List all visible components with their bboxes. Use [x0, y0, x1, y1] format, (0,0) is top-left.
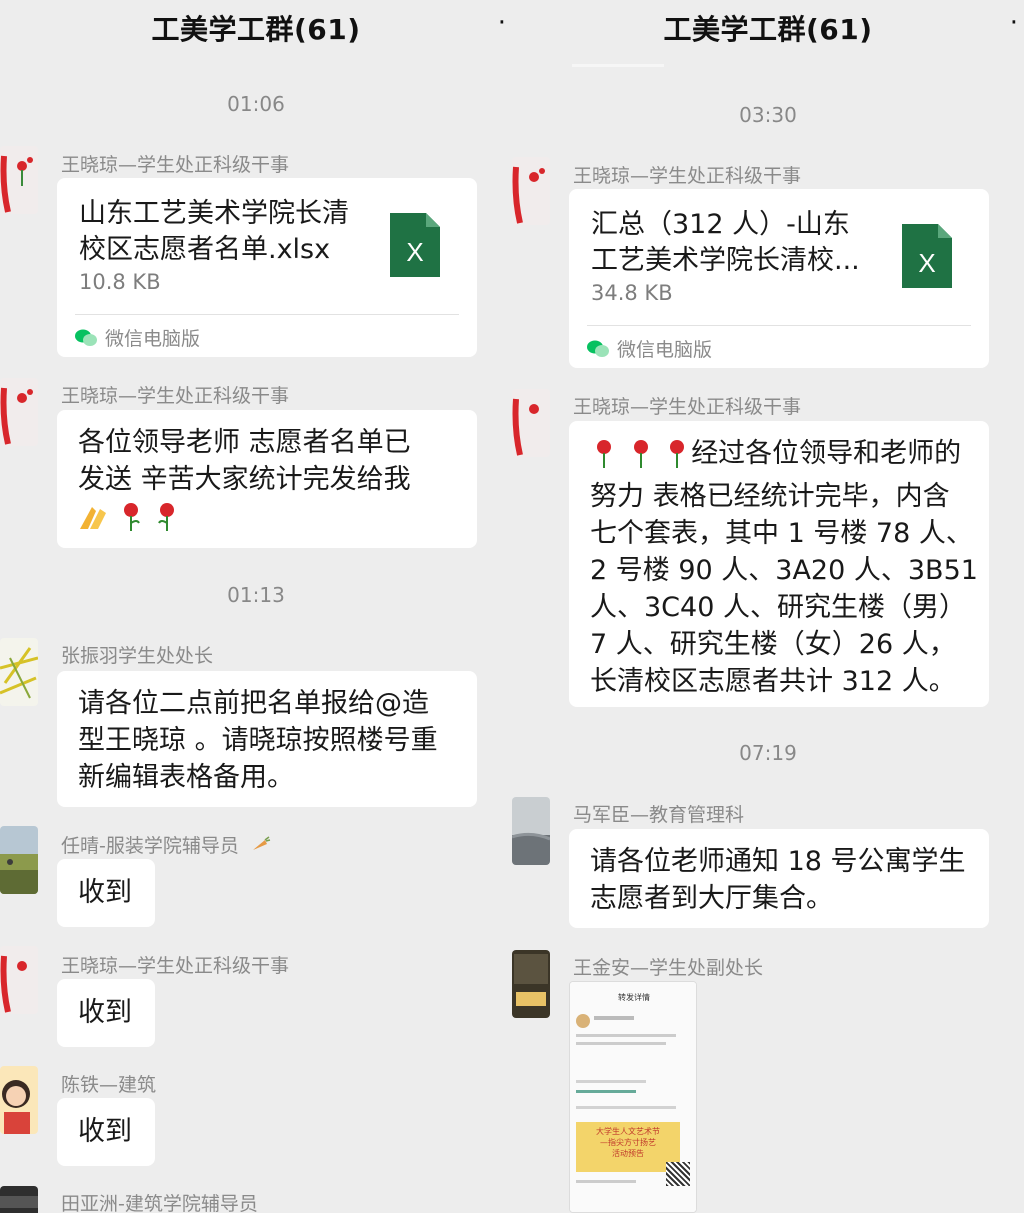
text-message[interactable]: 各位领导老师 志愿者名单已 发送 辛苦大家统计完发给我: [57, 410, 477, 548]
message-text: 经过各位领导和老师的 努力 表格已经统计完毕，内含 七个套表，其中 1 号楼 7…: [590, 438, 978, 697]
file-size: 34.8 KB: [591, 281, 673, 305]
avatar[interactable]: [512, 389, 550, 457]
avatar[interactable]: [0, 638, 38, 706]
message-text: 各位领导老师 志愿者名单已 发送 辛苦大家统计完发给我: [57, 410, 477, 541]
text-message[interactable]: 请各位老师通知 18 号公寓学生 志愿者到大厅集合。: [569, 829, 989, 928]
avatar[interactable]: [512, 157, 550, 225]
avatar[interactable]: [0, 826, 38, 894]
chat-window-left: 工美学工群(61) · 01:06 王晓琼—学生处正科级干事 山东工艺美术学院长…: [0, 0, 512, 1213]
folded-hands-emoji: [78, 503, 108, 541]
thumbnail-line: [576, 1180, 636, 1183]
sender-name: 陈铁—建筑: [61, 1074, 157, 1096]
chat-header: 工美学工群(61) ·: [0, 0, 512, 64]
svg-text:X: X: [918, 248, 935, 278]
thumbnail-line: [594, 1016, 634, 1020]
timestamp: 07:19: [739, 741, 797, 765]
thumbnail-line: [576, 1106, 676, 1109]
message-text: 请各位老师通知 18 号公寓学生 志愿者到大厅集合。: [590, 846, 966, 914]
thumbnail-line: [576, 1080, 646, 1083]
sender-name: 王金安—学生处副处长: [573, 957, 764, 979]
rose-emoji: [153, 501, 181, 541]
file-source: 微信电脑版: [75, 324, 200, 351]
rose-emoji: [590, 438, 618, 478]
timestamp: 03:30: [739, 103, 797, 127]
sender-name: 田亚洲-建筑学院辅导员: [61, 1193, 258, 1213]
rose-emoji: [663, 438, 691, 478]
screenshot-thumbnail: 转发详情 大学生人文艺术节 —指尖方寸扬艺 活动预告: [570, 982, 696, 1212]
avatar[interactable]: [512, 950, 550, 1018]
timestamp: 01:13: [227, 583, 285, 607]
qr-code-icon: [666, 1162, 690, 1186]
message-text: 请各位二点前把名单报给@造 型王晓琼 。请晓琼按照楼号重 新编辑表格备用。: [78, 688, 438, 793]
sender-name: 王晓琼—学生处正科级干事: [573, 396, 802, 418]
file-message[interactable]: 山东工艺美术学院长清 校区志愿者名单.xlsx 10.8 KB X 微信电脑版: [57, 178, 477, 357]
divider: [75, 314, 459, 315]
rose-emoji: [627, 438, 655, 478]
timestamp: 01:06: [227, 92, 285, 116]
chat-window-right: 工美学工群(61) · 03:30 王晓琼—学生处正科级干事 汇总（312 人）…: [512, 0, 1024, 1213]
chat-title: 工美学工群(61): [151, 13, 361, 46]
excel-file-icon: X: [902, 224, 952, 288]
file-size: 10.8 KB: [79, 270, 161, 294]
thumbnail-line: [576, 1034, 676, 1037]
file-source: 微信电脑版: [587, 335, 712, 362]
divider: [587, 325, 971, 326]
text-message[interactable]: 经过各位领导和老师的 努力 表格已经统计完毕，内含 七个套表，其中 1 号楼 7…: [569, 421, 989, 707]
sender-name: 王晓琼—学生处正科级干事: [61, 154, 290, 176]
text-message[interactable]: 请各位二点前把名单报给@造 型王晓琼 。请晓琼按照楼号重 新编辑表格备用。: [57, 671, 477, 807]
wechat-icon: [75, 329, 97, 346]
text-message[interactable]: 收到: [57, 1098, 155, 1166]
sender-name: 任晴-服装学院辅导员: [61, 831, 271, 859]
avatar[interactable]: [0, 146, 38, 214]
sender-name: 王晓琼—学生处正科级干事: [61, 385, 290, 407]
thumbnail-avatar: [576, 1014, 590, 1028]
avatar[interactable]: [0, 1066, 38, 1134]
excel-file-icon: X: [390, 213, 440, 277]
text-message[interactable]: 收到: [57, 859, 155, 927]
image-message[interactable]: 转发详情 大学生人文艺术节 —指尖方寸扬艺 活动预告: [569, 981, 697, 1213]
avatar[interactable]: [0, 378, 38, 446]
sender-name: 张振羽学生处处长: [61, 645, 214, 667]
svg-text:X: X: [406, 237, 423, 267]
thumbnail-line: [576, 1090, 636, 1093]
thumbnail-header: 转发详情: [618, 993, 650, 1002]
file-name: 山东工艺美术学院长清 校区志愿者名单.xlsx: [79, 198, 349, 265]
sender-name: 王晓琼—学生处正科级干事: [61, 955, 290, 977]
more-menu-icon[interactable]: ·: [498, 8, 506, 38]
avatar[interactable]: [0, 946, 38, 1014]
avatar[interactable]: [512, 797, 550, 865]
chat-title: 工美学工群(61): [663, 13, 873, 46]
scroll-indicator: [572, 64, 664, 67]
rose-emoji: [117, 501, 145, 541]
sender-name: 王晓琼—学生处正科级干事: [573, 165, 802, 187]
file-name: 汇总（312 人）-山东 工艺美术学院长清校...: [591, 209, 860, 276]
rose-avatar-icon: [0, 146, 38, 214]
avatar[interactable]: [0, 1186, 38, 1213]
more-menu-icon[interactable]: ·: [1010, 8, 1018, 38]
thumbnail-banner: 大学生人文艺术节 —指尖方寸扬艺 活动预告: [576, 1122, 680, 1172]
carrot-emoji: [251, 836, 271, 859]
text-message[interactable]: 收到: [57, 979, 155, 1047]
wechat-icon: [587, 340, 609, 357]
chat-header: 工美学工群(61) ·: [512, 0, 1024, 64]
file-message[interactable]: 汇总（312 人）-山东 工艺美术学院长清校... 34.8 KB X 微信电脑…: [569, 189, 989, 368]
sender-name: 马军臣—教育管理科: [573, 804, 745, 826]
thumbnail-line: [576, 1042, 666, 1045]
